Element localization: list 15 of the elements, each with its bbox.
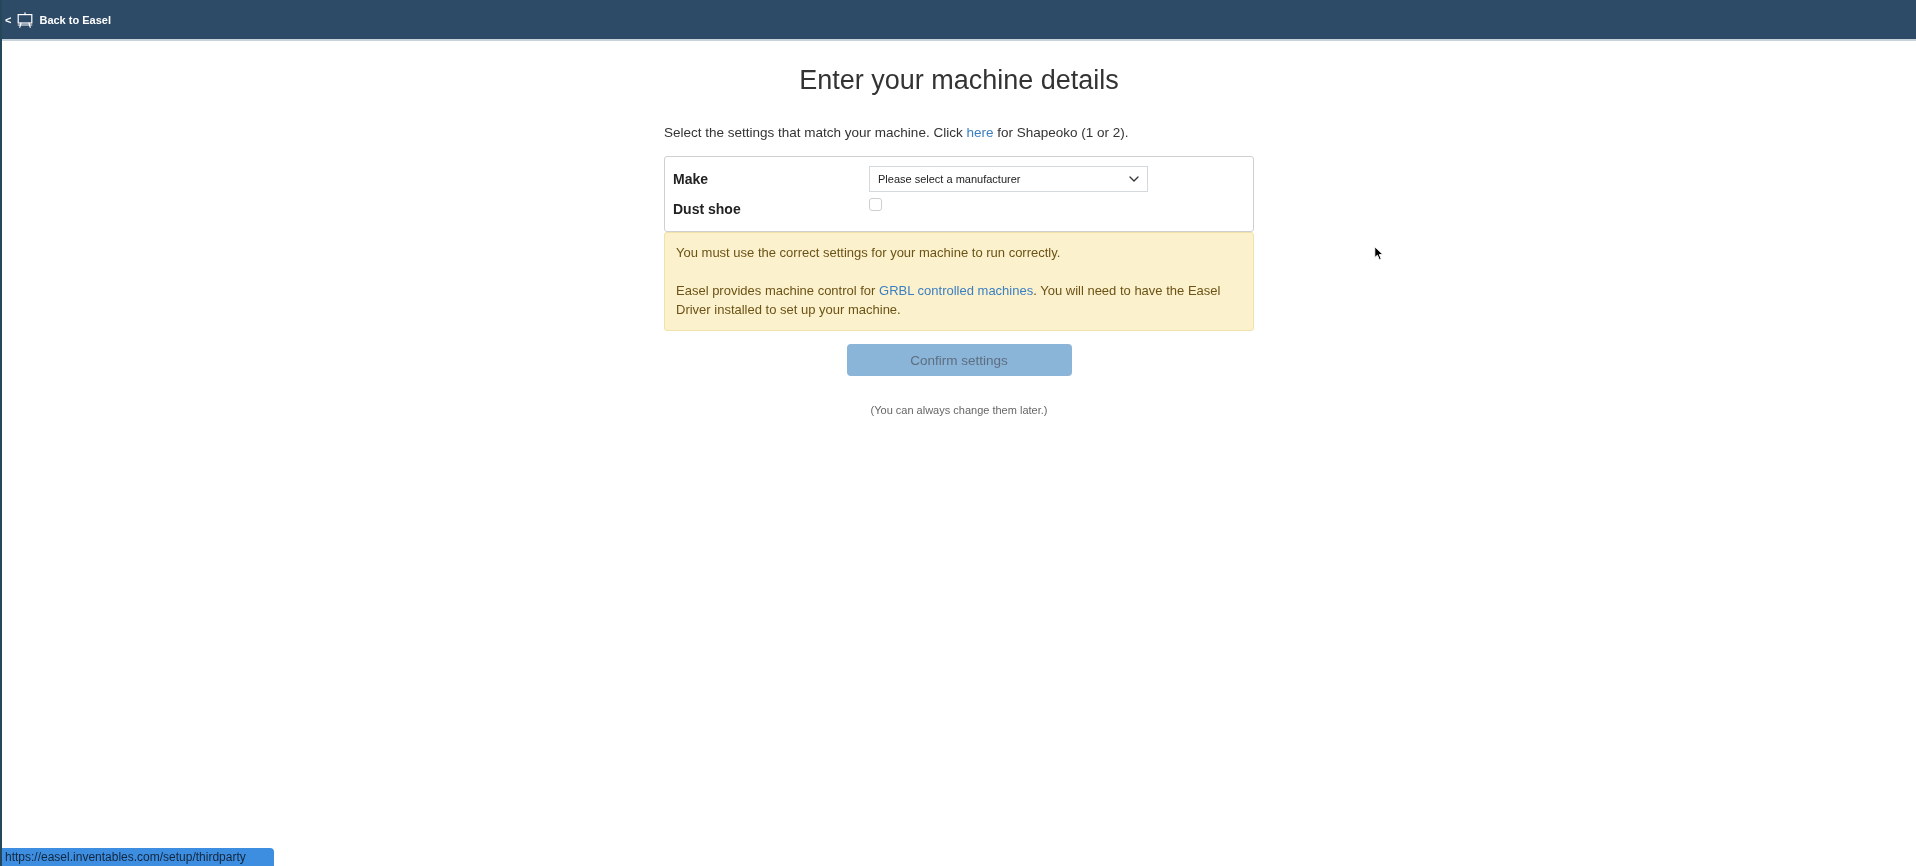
change-later-note: (You can always change them later.) bbox=[869, 403, 1049, 417]
intro-text: Select the settings that match your machine. Click here for Shapeoko (1 or 2). bbox=[664, 124, 1130, 142]
back-link[interactable]: < Back to Easel bbox=[5, 11, 111, 28]
mouse-pointer-icon bbox=[1374, 246, 1384, 261]
page-title: Enter your machine details bbox=[798, 64, 1120, 97]
notice-text: You must use the correct settings for your machine to run correctly. bbox=[676, 244, 1062, 262]
shapeoko-settings-link[interactable]: here bbox=[966, 125, 994, 140]
field-label: Make bbox=[673, 170, 710, 189]
dust-shoe-checkbox[interactable] bbox=[869, 198, 882, 211]
easel-icon bbox=[17, 11, 34, 28]
field-label: Dust shoe bbox=[673, 200, 742, 219]
notice-text: Easel provides machine control for GRBL controlled machines. You will need to have the Easel Driver installed to set up your machine. bbox=[676, 282, 1222, 319]
manufacturer-select[interactable]: Please select a manufacturer bbox=[869, 166, 1148, 192]
url-status-bar: https://easel.inventables.com/setup/thirdparty bbox=[2, 848, 274, 866]
chevron-down-icon bbox=[1129, 176, 1139, 182]
